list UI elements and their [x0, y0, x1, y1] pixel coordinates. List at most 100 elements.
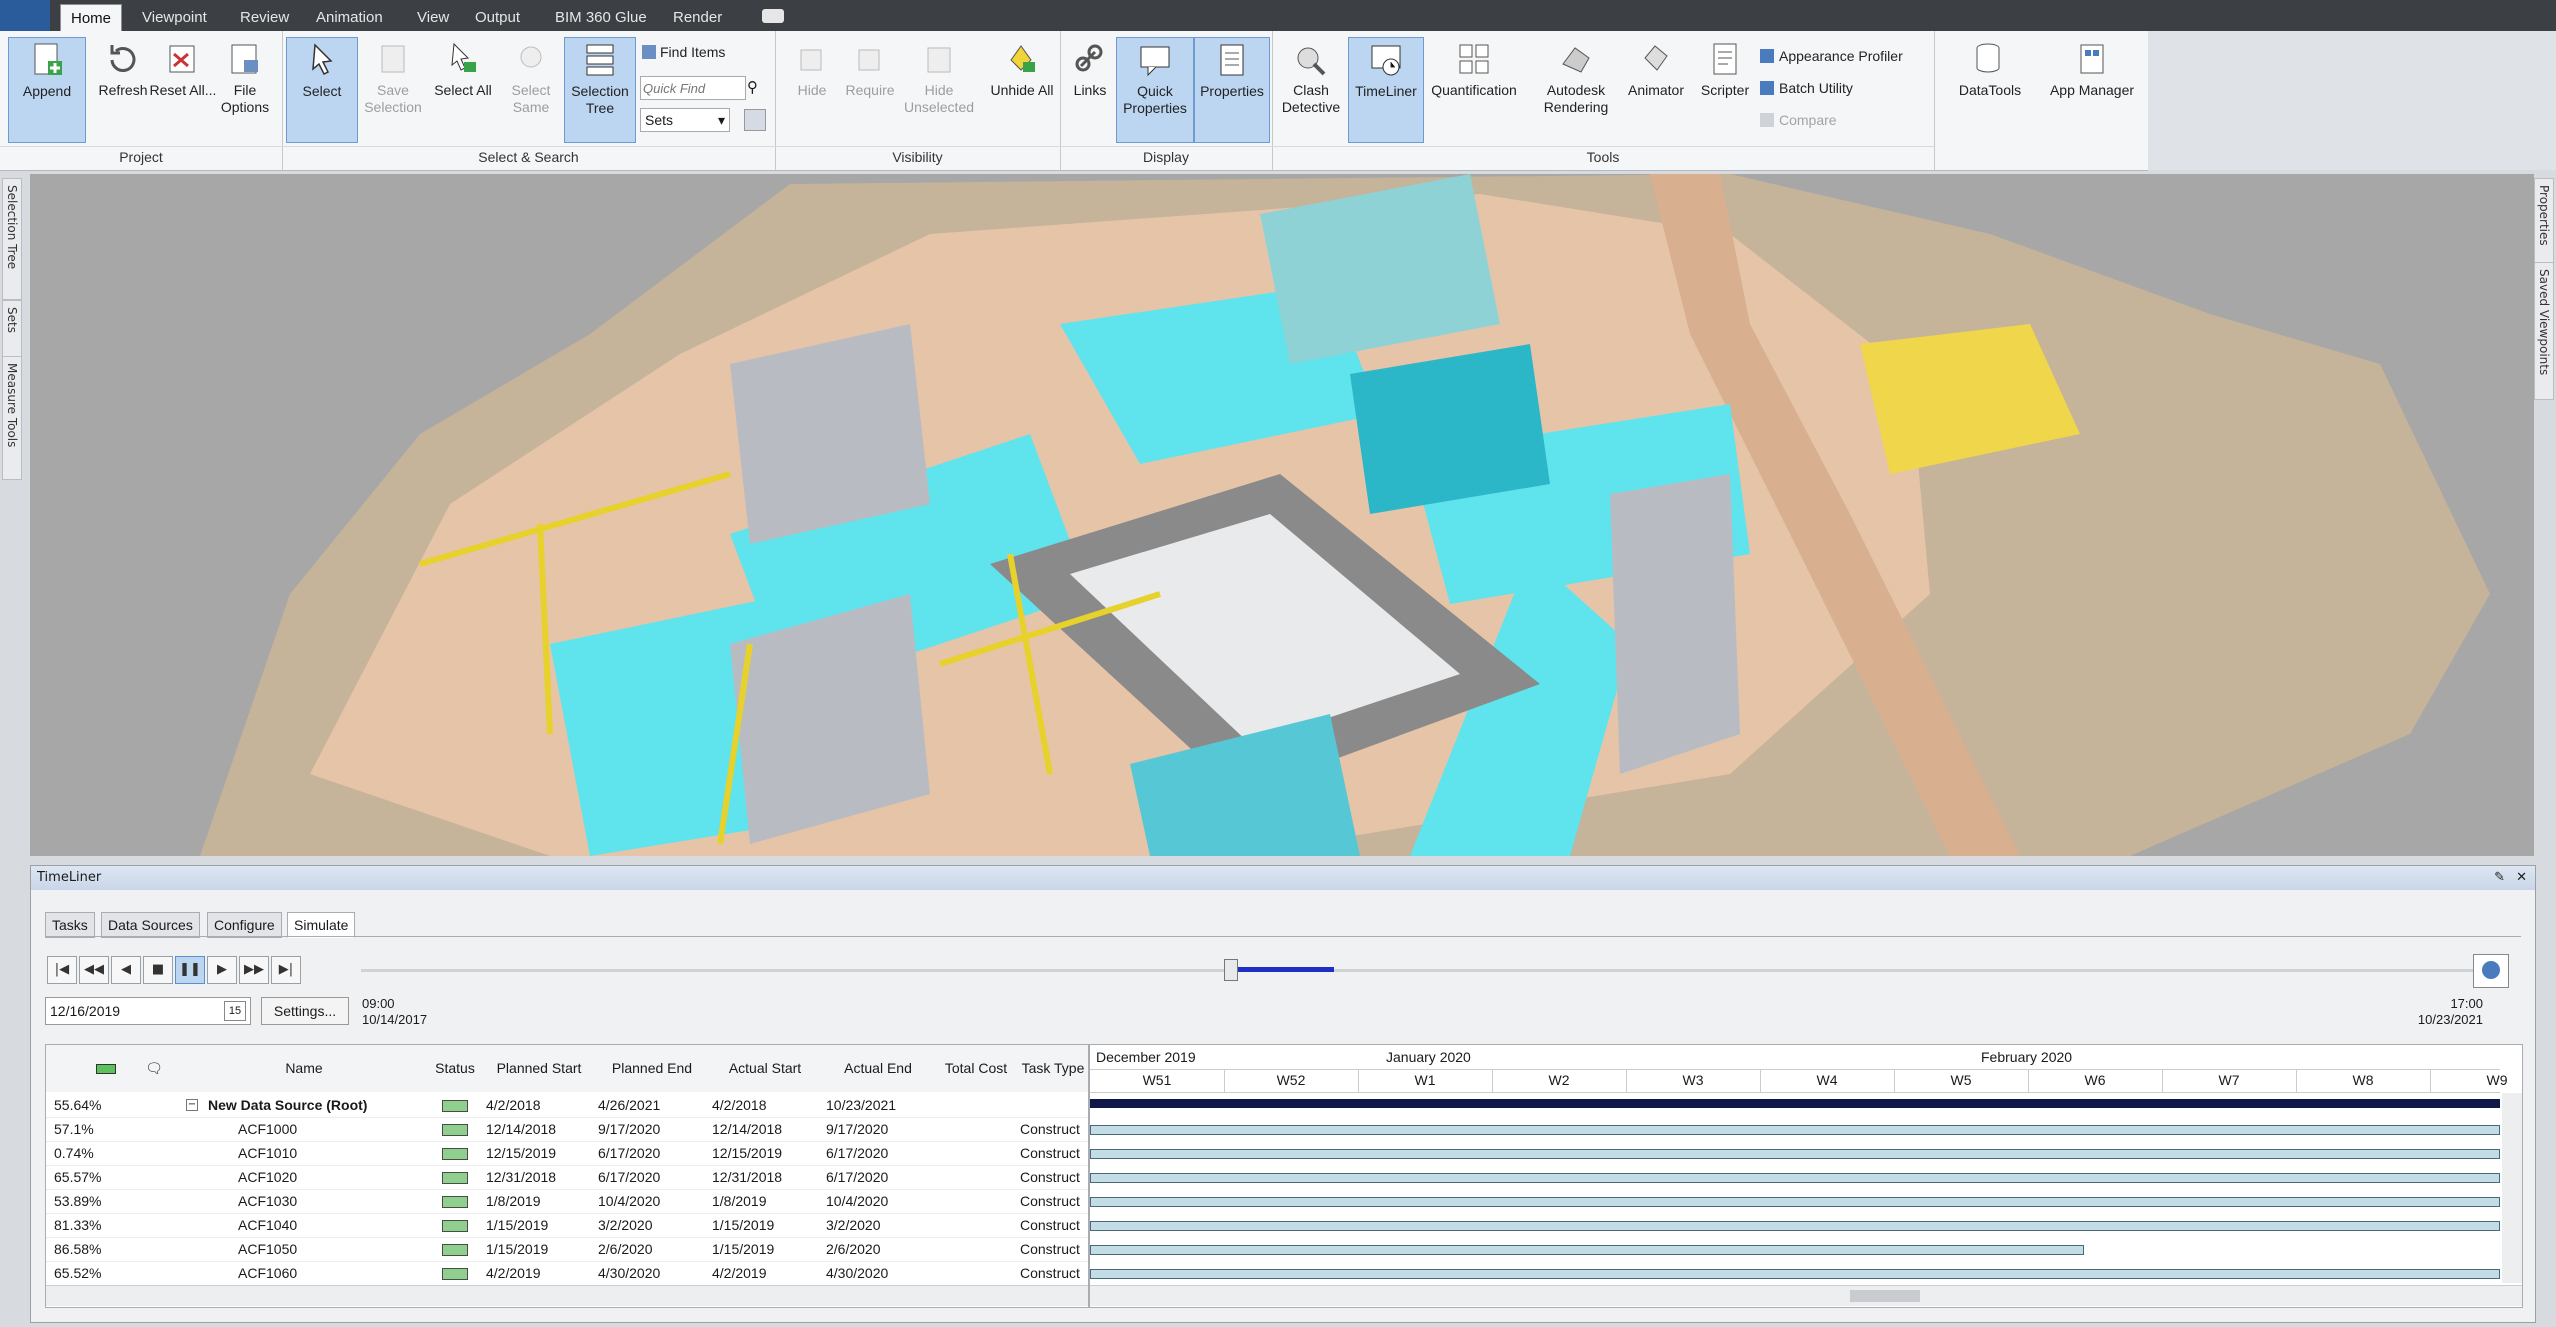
side-tab-selection-tree[interactable]: Selection Tree: [2, 178, 22, 300]
search-icon[interactable]: ⚲: [747, 78, 758, 96]
scripter-button[interactable]: Scripter: [1690, 37, 1760, 99]
application-menu-button[interactable]: [0, 0, 50, 31]
3d-model-viewport[interactable]: [30, 174, 2534, 856]
col-actual-start[interactable]: Actual Start: [708, 1045, 823, 1092]
select-same-button[interactable]: Select Same: [496, 37, 566, 116]
selection-tree-button[interactable]: Selection Tree: [564, 37, 636, 143]
tab-render[interactable]: Render: [663, 4, 732, 31]
table-row[interactable]: 0.74% ACF1010 12/15/2019 6/17/2020 12/15/201…: [46, 1141, 1088, 1166]
simulation-slider-thumb[interactable]: [1224, 959, 1239, 981]
col-comments[interactable]: 🗨: [128, 1045, 181, 1092]
timeliner-button[interactable]: TimeLiner: [1348, 37, 1424, 143]
play-reverse-button[interactable]: ◀: [111, 956, 141, 984]
panel-label-project[interactable]: Project: [0, 146, 282, 167]
col-planned-start[interactable]: Planned Start: [482, 1045, 597, 1092]
table-row[interactable]: 81.33% ACF1040 1/15/2019 3/2/2020 1/15/2019 3…: [46, 1213, 1088, 1238]
scroll-thumb[interactable]: [1850, 1290, 1920, 1302]
go-to-start-button[interactable]: |◀: [47, 956, 77, 984]
col-actual-end[interactable]: Actual End: [822, 1045, 935, 1092]
tab-review[interactable]: Review: [230, 4, 299, 31]
table-row[interactable]: 53.89% ACF1030 1/8/2019 10/4/2020 1/8/2019 10…: [46, 1189, 1088, 1214]
col-total-cost[interactable]: Total Cost: [934, 1045, 1019, 1092]
simulation-date-field[interactable]: 12/16/2019 15: [45, 997, 251, 1025]
gantt-bar[interactable]: [1090, 1221, 2500, 1231]
file-options-button[interactable]: File Options: [210, 37, 280, 116]
gantt-vertical-scrollbar[interactable]: [2502, 1093, 2522, 1283]
tab-animation[interactable]: Animation: [306, 4, 393, 31]
close-icon[interactable]: ✕: [2516, 866, 2527, 890]
tab-tasks[interactable]: Tasks: [45, 912, 95, 938]
tab-viewpoint[interactable]: Viewpoint: [132, 4, 217, 31]
side-tab-saved-viewpoints[interactable]: Saved Viewpoints: [2534, 262, 2554, 400]
col-status[interactable]: Status: [428, 1045, 483, 1092]
tab-simulate[interactable]: Simulate: [287, 912, 356, 938]
pin-icon[interactable]: ✎: [2494, 866, 2505, 890]
collapse-icon[interactable]: −: [186, 1099, 198, 1111]
col-status-indicator[interactable]: [84, 1045, 129, 1092]
save-selection-button[interactable]: Save Selection: [358, 37, 428, 116]
gantt-bar[interactable]: [1090, 1125, 2500, 1135]
panel-label-select-search[interactable]: Select & Search: [282, 146, 775, 167]
datatools-button[interactable]: DataTools: [1948, 37, 2032, 99]
pause-button[interactable]: ❚❚: [175, 956, 205, 984]
side-tab-measure-tools[interactable]: Measure Tools: [2, 356, 22, 480]
table-row[interactable]: 57.1% ACF1000 12/14/2018 9/17/2020 12/14/201…: [46, 1117, 1088, 1142]
side-tab-properties[interactable]: Properties: [2534, 178, 2554, 270]
compare-button[interactable]: Compare: [1760, 109, 1837, 131]
gantt-bar[interactable]: [1090, 1245, 2084, 1255]
autodesk-rendering-button[interactable]: Autodesk Rendering: [1534, 37, 1618, 116]
go-to-end-button[interactable]: ▶|: [271, 956, 301, 984]
stop-button[interactable]: ■: [143, 956, 173, 984]
sets-dropdown[interactable]: Sets ▾: [640, 108, 730, 132]
simulation-slider-track[interactable]: [361, 969, 2481, 972]
unhide-all-button[interactable]: Unhide All: [987, 37, 1057, 99]
append-button[interactable]: Append: [8, 37, 86, 143]
select-button[interactable]: Select: [286, 37, 358, 143]
step-forward-button[interactable]: ▶▶: [239, 956, 269, 984]
col-task-type[interactable]: Task Type: [1018, 1045, 1088, 1092]
tab-data-sources[interactable]: Data Sources: [101, 912, 200, 938]
tab-home[interactable]: Home: [60, 4, 123, 32]
col-name[interactable]: Name: [180, 1045, 429, 1092]
tab-view[interactable]: View: [407, 4, 459, 31]
step-back-button[interactable]: ◀◀: [79, 956, 109, 984]
gantt-bar[interactable]: [1090, 1173, 2500, 1183]
play-button[interactable]: ▶: [207, 956, 237, 984]
appearance-profiler-button[interactable]: Appearance Profiler: [1760, 45, 1903, 67]
task-grid-scrollbar[interactable]: [46, 1285, 1088, 1306]
table-row[interactable]: 55.64% New Data Source (Root) 4/2/2018 4/26…: [46, 1093, 1088, 1118]
export-simulation-button[interactable]: [2473, 954, 2509, 988]
app-manager-button[interactable]: App Manager: [2040, 37, 2144, 99]
gantt-bar[interactable]: [1090, 1149, 2500, 1159]
tab-bim360-glue[interactable]: BIM 360 Glue: [545, 4, 657, 31]
animator-button[interactable]: Animator: [1618, 37, 1694, 99]
col-progress[interactable]: [46, 1045, 85, 1092]
col-planned-end[interactable]: Planned End: [596, 1045, 709, 1092]
gantt-horizontal-scrollbar[interactable]: [1090, 1285, 2522, 1306]
clash-detective-button[interactable]: Clash Detective: [1276, 37, 1346, 116]
tab-configure[interactable]: Configure: [207, 912, 282, 938]
reset-all-button[interactable]: Reset All...: [148, 37, 218, 99]
tab-output[interactable]: Output: [465, 4, 530, 31]
batch-utility-button[interactable]: Batch Utility: [1760, 77, 1853, 99]
links-button[interactable]: Links: [1062, 37, 1118, 99]
properties-button[interactable]: Properties: [1194, 37, 1270, 143]
manage-sets-icon[interactable]: [744, 109, 766, 131]
settings-button[interactable]: Settings...: [261, 997, 349, 1025]
cell-pe: 4/26/2021: [598, 1097, 661, 1113]
gantt-bar[interactable]: [1090, 1099, 2500, 1108]
quick-find-input[interactable]: [640, 76, 746, 100]
calendar-icon[interactable]: 15: [224, 1001, 246, 1021]
table-row[interactable]: 86.58% ACF1050 1/15/2019 2/6/2020 1/15/2019 2…: [46, 1237, 1088, 1262]
quantification-button[interactable]: Quantification: [1424, 37, 1524, 99]
table-row[interactable]: 65.52% ACF1060 4/2/2019 4/30/2020 4/2/2019 4/…: [46, 1261, 1088, 1286]
camera-icon[interactable]: [762, 9, 784, 23]
side-tab-sets[interactable]: Sets: [2, 300, 22, 358]
find-items-button[interactable]: Find Items: [642, 41, 725, 63]
hide-unselected-button[interactable]: Hide Unselected: [895, 37, 983, 116]
quick-properties-button[interactable]: Quick Properties: [1116, 37, 1194, 143]
gantt-bar[interactable]: [1090, 1197, 2500, 1207]
select-all-button[interactable]: Select All: [428, 37, 498, 99]
table-row[interactable]: 65.57% ACF1020 12/31/2018 6/17/2020 12/31/20…: [46, 1165, 1088, 1190]
gantt-bar[interactable]: [1090, 1269, 2500, 1279]
